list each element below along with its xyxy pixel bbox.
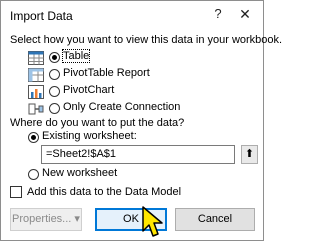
collapse-icon: ⬆	[244, 148, 255, 160]
radio-pivottable[interactable]	[49, 69, 60, 80]
help-icon[interactable]: ?	[208, 5, 228, 23]
dialog-title: Import Data	[10, 9, 73, 23]
radio-new-worksheet[interactable]	[28, 169, 39, 180]
import-data-dialog: Import Data ? ✕ Select how you want to v…	[0, 0, 282, 241]
title-bar: Import Data ? ✕	[1, 1, 263, 29]
dropdown-arrow-icon: ▾	[74, 213, 80, 225]
mouse-pointer-icon	[142, 206, 163, 237]
data-model-checkbox[interactable]	[10, 186, 22, 198]
pivottable-icon	[28, 68, 44, 82]
new-worksheet-label[interactable]: New worksheet	[42, 167, 117, 179]
properties-button[interactable]: Properties... ▾	[10, 208, 82, 231]
properties-label: Properties...	[12, 213, 72, 225]
option-label-table[interactable]: Table	[61, 49, 91, 63]
option-label-pivotchart[interactable]: PivotChart	[63, 84, 114, 96]
connection-icon	[28, 103, 44, 115]
ok-label: OK	[123, 213, 139, 225]
table-icon	[28, 51, 44, 65]
data-model-label[interactable]: Add this data to the Data Model	[27, 186, 181, 198]
radio-table[interactable]	[49, 52, 60, 63]
pivotchart-icon	[28, 85, 44, 99]
view-prompt: Select how you want to view this data in…	[10, 34, 283, 46]
option-label-pivottable[interactable]: PivotTable Report	[63, 67, 150, 79]
close-icon[interactable]: ✕	[235, 5, 255, 23]
cancel-label: Cancel	[197, 213, 233, 225]
range-value: =Sheet2!$A$1	[46, 148, 117, 160]
collapse-dialog-button[interactable]: ⬆	[241, 145, 258, 164]
existing-worksheet-label[interactable]: Existing worksheet:	[42, 130, 137, 142]
cancel-button[interactable]: Cancel	[175, 208, 255, 231]
radio-existing-worksheet[interactable]	[28, 132, 39, 143]
location-prompt: Where do you want to put the data?	[10, 117, 185, 129]
radio-connection[interactable]	[49, 103, 60, 114]
range-input[interactable]: =Sheet2!$A$1	[41, 145, 235, 164]
option-label-connection[interactable]: Only Create Connection	[63, 101, 180, 113]
radio-pivotchart[interactable]	[49, 86, 60, 97]
